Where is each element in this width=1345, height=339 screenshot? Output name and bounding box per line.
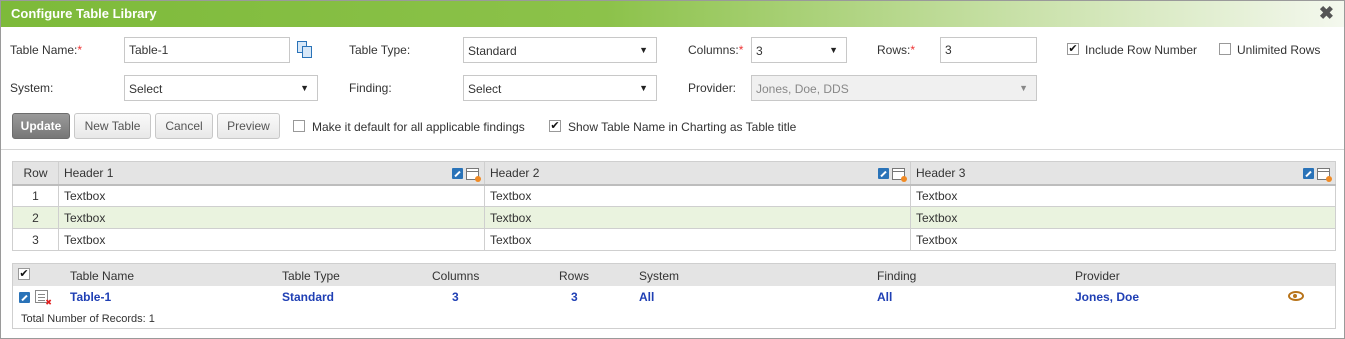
show-table-name-checkbox[interactable] <box>549 120 561 132</box>
select-all-checkbox[interactable] <box>18 268 30 280</box>
eye-icon[interactable] <box>1288 291 1304 301</box>
finding-value: Select <box>468 82 502 96</box>
edit-icon[interactable] <box>19 292 30 303</box>
provider-label: Provider: <box>688 81 737 95</box>
column-settings-icon[interactable] <box>1317 167 1332 182</box>
record-columns: 3 <box>452 290 459 304</box>
system-label: System: <box>10 81 54 95</box>
copy-icon[interactable] <box>297 41 313 58</box>
provider-select: Jones, Doe, DDS ▼ <box>751 75 1037 101</box>
col-system[interactable]: System <box>639 269 679 283</box>
delete-icon[interactable] <box>35 290 52 307</box>
record-finding: All <box>877 290 893 304</box>
system-select[interactable]: Select ▼ <box>124 75 318 101</box>
records-header: Table Name Table Type Columns Rows Syste… <box>13 264 1335 286</box>
record-provider: Jones, Doe <box>1075 290 1140 304</box>
unlimited-rows-label: Unlimited Rows <box>1237 43 1321 57</box>
grid-cell: Textbox <box>910 184 1336 207</box>
chevron-down-icon: ▼ <box>1019 83 1028 93</box>
divider <box>1 149 1344 150</box>
column-settings-icon[interactable] <box>892 167 907 182</box>
close-icon[interactable]: ✖ <box>1319 3 1334 23</box>
total-records: Total Number of Records: 1 <box>21 313 155 325</box>
table-type-select[interactable]: Standard ▼ <box>463 37 657 63</box>
table-row: 2 Textbox Textbox Textbox <box>12 206 1336 229</box>
row-number: 2 <box>12 206 59 229</box>
table-row: 3 Textbox Textbox Textbox <box>12 228 1336 251</box>
records-list: Table Name Table Type Columns Rows Syste… <box>12 263 1336 329</box>
new-table-button[interactable]: New Table <box>74 113 151 139</box>
finding-label: Finding: <box>349 81 392 95</box>
include-row-number-label: Include Row Number <box>1085 43 1198 57</box>
grid-header-label: Header 1 <box>64 165 114 180</box>
chevron-down-icon: ▼ <box>639 83 648 93</box>
grid-header-label: Header 2 <box>490 165 540 180</box>
preview-button[interactable]: Preview <box>217 113 280 139</box>
include-row-number-checkbox[interactable] <box>1067 43 1079 55</box>
grid-cell: Textbox <box>910 206 1336 229</box>
grid-header-1: Header 1 <box>58 161 485 186</box>
table-name-input[interactable] <box>124 37 290 63</box>
grid-header-3: Header 3 <box>910 161 1336 186</box>
system-value: Select <box>129 82 163 96</box>
grid-cell: Textbox <box>910 228 1336 251</box>
grid-header-label: Header 3 <box>916 165 966 180</box>
table-preview-grid: Row Header 1 Header 2 Header 3 1 Textbox <box>12 161 1336 251</box>
dialog-title: Configure Table Library <box>11 6 157 21</box>
show-table-name-label: Show Table Name in Charting as Table tit… <box>568 120 797 134</box>
grid-cell: Textbox <box>484 228 911 251</box>
record-system: All <box>639 290 655 304</box>
grid-cell: Textbox <box>484 184 911 207</box>
provider-value: Jones, Doe, DDS <box>756 82 849 96</box>
columns-value: 3 <box>756 44 763 58</box>
chevron-down-icon: ▼ <box>639 45 648 55</box>
grid-row-header: Row <box>12 161 59 186</box>
table-row: 1 Textbox Textbox Textbox <box>12 184 1336 207</box>
row-number: 3 <box>12 228 59 251</box>
column-settings-icon[interactable] <box>466 167 481 182</box>
columns-select[interactable]: 3 ▼ <box>751 37 847 63</box>
record-table-type: Standard <box>282 290 335 304</box>
col-columns[interactable]: Columns <box>432 269 479 283</box>
grid-cell: Textbox <box>484 206 911 229</box>
grid-cell: Textbox <box>58 206 485 229</box>
finding-select[interactable]: Select ▼ <box>463 75 657 101</box>
edit-icon[interactable] <box>878 168 889 180</box>
edit-icon[interactable] <box>1303 168 1314 180</box>
col-table-name[interactable]: Table Name <box>70 269 134 283</box>
col-provider[interactable]: Provider <box>1075 269 1120 283</box>
chevron-down-icon: ▼ <box>829 45 838 55</box>
col-finding[interactable]: Finding <box>877 269 916 283</box>
table-type-value: Standard <box>468 44 517 58</box>
chevron-down-icon: ▼ <box>300 83 309 93</box>
title-bar: Configure Table Library ✖ <box>1 1 1344 27</box>
col-rows[interactable]: Rows <box>559 269 589 283</box>
edit-icon[interactable] <box>452 168 463 180</box>
record-table-name[interactable]: Table-1 <box>70 290 111 304</box>
table-name-label: Table Name:* <box>10 43 83 57</box>
columns-label: Columns:* <box>688 43 744 57</box>
col-table-type[interactable]: Table Type <box>282 269 340 283</box>
grid-cell: Textbox <box>58 184 485 207</box>
grid-cell: Textbox <box>58 228 485 251</box>
cancel-button[interactable]: Cancel <box>155 113 213 139</box>
unlimited-rows-checkbox[interactable] <box>1219 43 1231 55</box>
rows-input[interactable] <box>940 37 1037 63</box>
update-button[interactable]: Update <box>12 113 70 139</box>
make-default-label: Make it default for all applicable findi… <box>312 120 525 134</box>
row-number: 1 <box>12 184 59 207</box>
rows-label: Rows:* <box>877 43 916 57</box>
grid-header-2: Header 2 <box>484 161 911 186</box>
make-default-checkbox[interactable] <box>293 120 305 132</box>
record-rows: 3 <box>571 290 578 304</box>
configure-table-library-dialog: Configure Table Library ✖ Table Name:* T… <box>0 0 1345 339</box>
table-type-label: Table Type: <box>349 43 411 57</box>
grid-header-row: Row Header 1 Header 2 Header 3 <box>12 161 1336 186</box>
